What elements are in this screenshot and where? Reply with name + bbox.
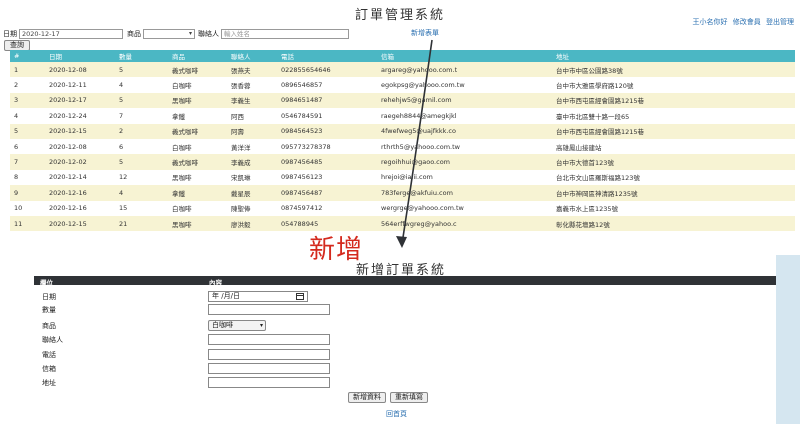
annotation-label: 新增 bbox=[309, 235, 364, 265]
annotation-arrow-icon bbox=[396, 39, 433, 248]
